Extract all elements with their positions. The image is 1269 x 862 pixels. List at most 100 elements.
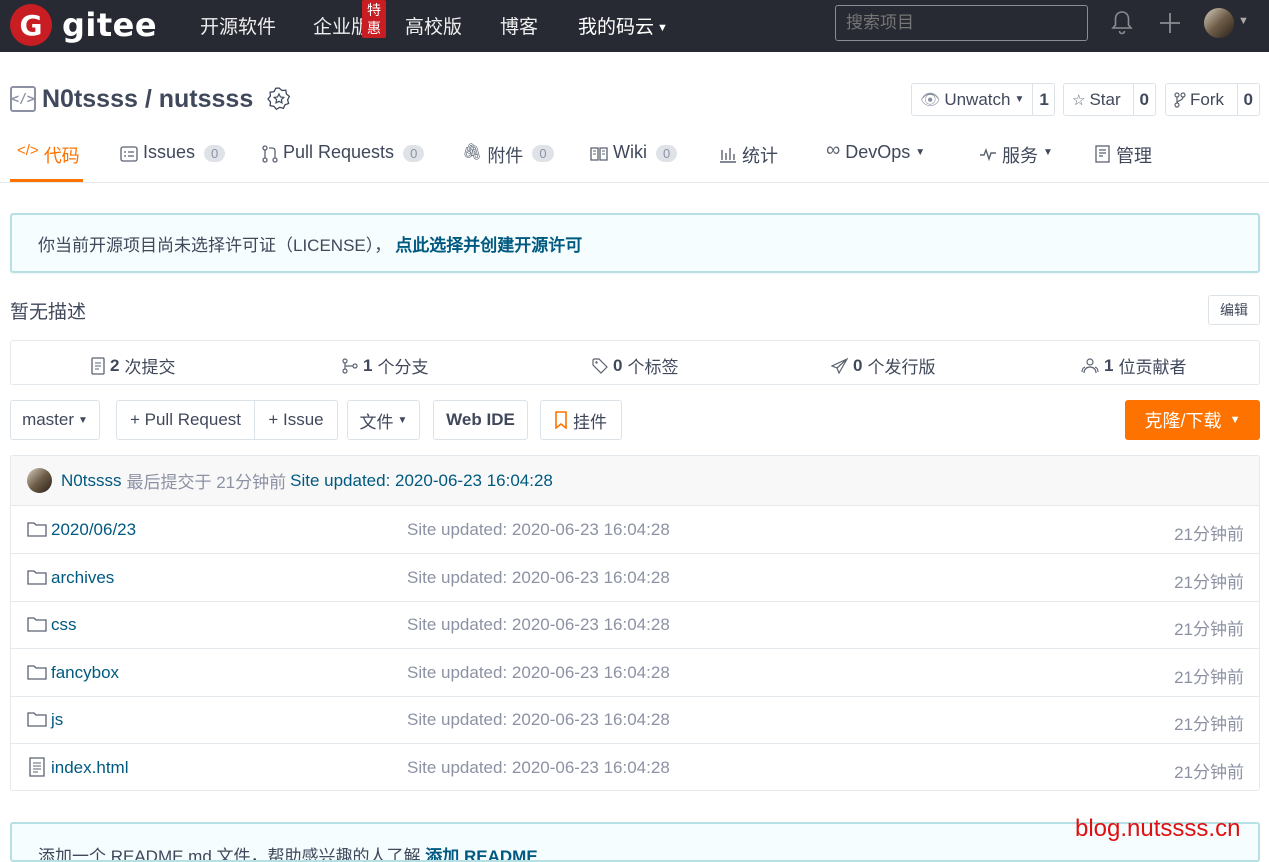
tab-issues-count: 0 [204, 145, 226, 162]
star-button[interactable]: ☆ Star [1064, 84, 1133, 115]
contributors-icon [1081, 357, 1099, 373]
nav-my-gitee[interactable]: 我的码云 ▼ [578, 12, 668, 39]
pull-request-icon [262, 145, 278, 163]
fork-button[interactable]: Fork [1166, 84, 1237, 115]
license-create-link[interactable]: 点此选择并创建开源许可 [395, 231, 582, 256]
wiki-icon [590, 147, 608, 161]
stat-tags[interactable]: 0 个标签 [592, 353, 678, 378]
gitee-logo[interactable]: G gitee [10, 3, 157, 47]
award-badge-icon[interactable] [267, 87, 291, 111]
file-name[interactable]: index.html [51, 758, 128, 778]
file-menu-button[interactable]: 文件 ▼ [347, 400, 420, 440]
tab-statistics[interactable]: 统计 [719, 142, 778, 182]
file-row[interactable]: 2020/06/23 Site updated: 2020-06-23 16:0… [11, 506, 1259, 554]
tab-devops[interactable]: ∞ DevOps ▼ [826, 139, 925, 182]
tab-services[interactable]: 服务 ▼ [979, 142, 1053, 182]
nav-education[interactable]: 高校版 [405, 12, 462, 39]
license-notice: 你当前开源项目尚未选择许可证（LICENSE）， 点此选择并创建开源许可 [10, 213, 1260, 273]
folder-icon [27, 665, 47, 680]
stat-contributors[interactable]: 1 位贡献者 [1081, 353, 1186, 378]
chevron-down-icon[interactable]: ▼ [1238, 15, 1249, 27]
add-readme-link[interactable]: 添加 README [425, 847, 537, 860]
file-name[interactable]: archives [51, 568, 114, 588]
file-commit-message[interactable]: Site updated: 2020-06-23 16:04:28 [407, 758, 670, 778]
file-commit-time: 21分钟前 [1174, 715, 1244, 734]
file-commit-message[interactable]: Site updated: 2020-06-23 16:04:28 [407, 615, 670, 635]
folder-icon [27, 712, 47, 727]
tab-wiki[interactable]: Wiki 0 [590, 142, 678, 182]
star-icon: ☆ [1072, 91, 1086, 109]
bookmark-icon [555, 411, 567, 429]
search-input[interactable] [835, 5, 1088, 41]
tab-issues-label: Issues [143, 142, 196, 162]
file-commit-message[interactable]: Site updated: 2020-06-23 16:04:28 [407, 710, 670, 730]
nav-open-source[interactable]: 开源软件 [200, 12, 276, 39]
file-row[interactable]: js Site updated: 2020-06-23 16:04:28 21分… [11, 696, 1259, 744]
stat-releases-label: 个发行版 [867, 358, 936, 377]
stat-contributors-num: 1 [1104, 355, 1114, 375]
stat-commits-label: 次提交 [124, 358, 176, 377]
file-name[interactable]: fancybox [51, 663, 119, 683]
tab-code[interactable]: </> 代码 [10, 142, 83, 182]
file-name[interactable]: css [51, 615, 77, 635]
commits-icon [91, 356, 105, 375]
watch-button-group[interactable]: 👁 Unwatch ▼ 1 [911, 83, 1055, 116]
enterprise-promo-badge: 特惠 [362, 0, 386, 38]
committer-name[interactable]: N0tssss [61, 471, 121, 491]
stat-releases[interactable]: 0 个发行版 [831, 353, 935, 378]
file-name[interactable]: 2020/06/23 [51, 520, 136, 540]
commit-message[interactable]: Site updated: 2020-06-23 16:04:28 [290, 471, 553, 491]
nav-blog[interactable]: 博客 [500, 12, 538, 39]
file-row[interactable]: fancybox Site updated: 2020-06-23 16:04:… [11, 649, 1259, 697]
branch-select-label: master [22, 410, 75, 429]
tab-pull-requests-label: Pull Requests [283, 142, 395, 162]
clone-download-button[interactable]: 克隆/下载 ▼ [1125, 400, 1260, 440]
nav-my-gitee-label: 我的码云 [578, 17, 655, 38]
issues-icon [120, 146, 138, 162]
file-name[interactable]: js [51, 710, 63, 730]
stat-releases-num: 0 [853, 355, 863, 375]
tab-pull-requests[interactable]: Pull Requests 0 [262, 142, 425, 182]
widget-button[interactable]: 挂件 [540, 400, 622, 440]
tab-manage[interactable]: 管理 [1095, 142, 1152, 182]
star-button-group[interactable]: ☆ Star 0 [1063, 83, 1156, 116]
watermark-text: blog.nutssss.cn [1075, 815, 1241, 842]
user-avatar[interactable] [1204, 8, 1234, 38]
tab-statistics-label: 统计 [742, 146, 778, 166]
send-icon [831, 357, 848, 374]
logo-mark: G [10, 4, 52, 46]
tab-devops-label: DevOps [845, 142, 911, 162]
star-count[interactable]: 0 [1132, 84, 1155, 115]
tab-attachments[interactable]: 🖇 附件 0 [462, 142, 554, 182]
repo-stats-bar: 2 次提交 1 个分支 0 个标签 0 个发行版 1 位贡献者 [10, 340, 1260, 385]
plus-icon[interactable] [1158, 9, 1182, 37]
tab-issues[interactable]: Issues 0 [120, 142, 226, 182]
tab-wiki-label: Wiki [613, 142, 647, 162]
file-row[interactable]: archives Site updated: 2020-06-23 16:04:… [11, 554, 1259, 602]
unwatch-button[interactable]: 👁 Unwatch ▼ [912, 84, 1032, 115]
tab-attachments-label: 附件 [487, 146, 524, 166]
file-commit-message[interactable]: Site updated: 2020-06-23 16:04:28 [407, 520, 670, 540]
new-issue-button[interactable]: + Issue [254, 400, 338, 440]
fork-label: Fork [1190, 89, 1224, 109]
file-commit-message[interactable]: Site updated: 2020-06-23 16:04:28 [407, 568, 670, 588]
watch-count[interactable]: 1 [1032, 84, 1054, 115]
web-ide-button[interactable]: Web IDE [433, 400, 528, 440]
bell-icon[interactable] [1110, 9, 1134, 37]
new-pull-request-button[interactable]: + Pull Request [116, 400, 255, 440]
stat-branches[interactable]: 1 个分支 [342, 353, 428, 378]
file-commit-message[interactable]: Site updated: 2020-06-23 16:04:28 [407, 663, 670, 683]
branch-select[interactable]: master ▼ [10, 400, 100, 440]
repo-title[interactable]: N0tssss / nutssss [42, 85, 253, 114]
edit-description-button[interactable]: 编辑 [1208, 295, 1260, 325]
fork-button-group[interactable]: Fork 0 [1165, 83, 1260, 116]
tab-wiki-count: 0 [656, 145, 678, 162]
file-row[interactable]: index.html Site updated: 2020-06-23 16:0… [11, 744, 1259, 792]
stat-contributors-label: 位贡献者 [1118, 358, 1187, 377]
committer-avatar[interactable] [27, 468, 52, 493]
license-notice-text: 你当前开源项目尚未选择许可证（LICENSE）， [38, 235, 392, 255]
file-row[interactable]: css Site updated: 2020-06-23 16:04:28 21… [11, 601, 1259, 649]
stat-commits[interactable]: 2 次提交 [91, 353, 175, 378]
file-commit-time: 21分钟前 [1174, 620, 1244, 639]
fork-count[interactable]: 0 [1236, 84, 1259, 115]
